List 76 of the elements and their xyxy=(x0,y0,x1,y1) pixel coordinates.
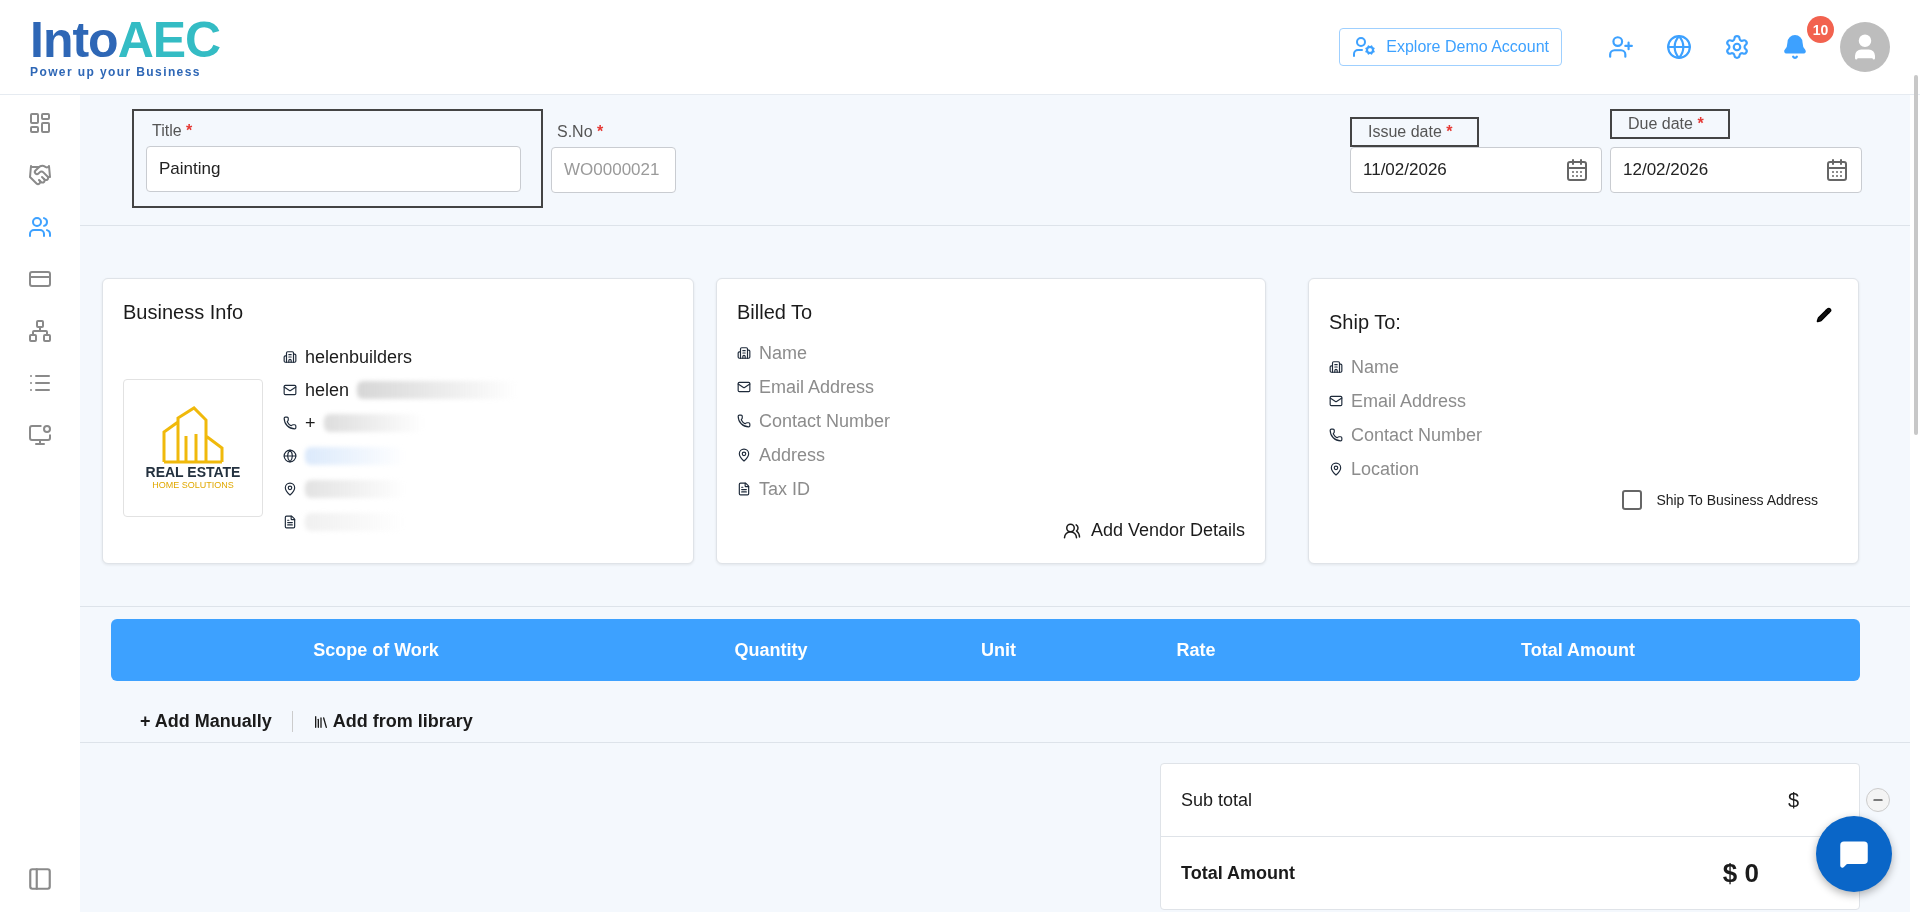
pin-icon xyxy=(737,448,751,462)
column-header: Rate xyxy=(1175,639,1217,661)
contact-detail-label: Email Address xyxy=(1351,390,1467,412)
phone-icon xyxy=(737,414,751,428)
field-label: Title * xyxy=(152,122,194,140)
add-vendor-button[interactable]: Add Vendor Details xyxy=(1062,520,1245,541)
mail-icon xyxy=(1329,394,1343,408)
panel-layout-icon[interactable] xyxy=(27,866,53,892)
business-detail: helen xyxy=(305,379,350,401)
total-value: $ 0 xyxy=(1722,857,1759,889)
contact-detail-label: Email Address xyxy=(759,376,875,398)
column-header: Total Amount xyxy=(1520,639,1636,661)
column-header: Unit xyxy=(980,639,1017,661)
pin-icon xyxy=(283,482,297,496)
pin-icon xyxy=(1329,462,1343,476)
add-manually-button[interactable]: + Add Manually xyxy=(120,711,292,732)
settings-icon[interactable] xyxy=(1724,34,1750,60)
logo-text: REAL ESTATE xyxy=(145,464,241,480)
ship-to-business-checkbox[interactable]: Ship To Business Address xyxy=(1622,490,1818,510)
total-label: Total Amount xyxy=(1181,862,1295,884)
chat-bubble-icon xyxy=(1839,839,1869,869)
avatar[interactable] xyxy=(1840,22,1890,72)
contact-detail-label: Name xyxy=(759,342,807,364)
document-icon xyxy=(283,515,297,529)
issue-date-field[interactable]: 11/02/2026 xyxy=(1350,147,1602,193)
building-icon xyxy=(283,350,297,364)
scrollbar[interactable] xyxy=(1914,75,1918,435)
mail-icon xyxy=(737,380,751,394)
column-header: Quantity xyxy=(733,639,809,661)
document-icon xyxy=(737,482,751,496)
chat-button[interactable] xyxy=(1816,816,1892,892)
add-from-library-button[interactable]: Add from library xyxy=(291,711,493,732)
calendar-icon[interactable] xyxy=(1825,158,1849,182)
logo-subtext: HOME SOLUTIONS xyxy=(152,480,234,490)
building-icon xyxy=(737,346,751,360)
contact-detail-label: Address xyxy=(759,444,826,466)
notification-icon[interactable] xyxy=(1782,34,1808,60)
column-header: Scope of Work xyxy=(312,639,440,661)
calendar-icon[interactable] xyxy=(1565,158,1589,182)
monitor-icon[interactable] xyxy=(28,423,52,447)
card-title: Ship To: xyxy=(1329,311,1401,334)
logo-tagline: Power up your Business xyxy=(30,65,202,79)
globe-icon[interactable] xyxy=(1666,34,1692,60)
dashboard-icon[interactable] xyxy=(28,111,52,135)
globe-icon xyxy=(283,449,297,463)
card-title: Business Info xyxy=(123,301,244,324)
network-icon[interactable] xyxy=(28,319,52,343)
due-date-field[interactable]: 12/02/2026 xyxy=(1610,147,1862,193)
field-label: S.No * xyxy=(557,123,605,141)
user-switch-icon xyxy=(1352,35,1377,59)
title-field[interactable]: Painting xyxy=(146,146,521,192)
field-label: Due date * xyxy=(1610,109,1730,139)
phone-icon xyxy=(283,416,297,430)
edit-icon[interactable] xyxy=(1816,307,1832,323)
business-detail: helenbuilders xyxy=(305,346,413,368)
add-user-icon[interactable] xyxy=(1608,34,1634,60)
minimize-icon[interactable] xyxy=(1866,788,1890,812)
team-icon[interactable] xyxy=(28,215,52,239)
logo-wordmark: IntoAEC xyxy=(30,15,221,65)
contact-detail-label: Name xyxy=(1351,356,1399,378)
field-label: Issue date * xyxy=(1350,117,1479,147)
buildings-logo-icon xyxy=(160,406,226,464)
contact-detail-label: Tax ID xyxy=(759,478,810,500)
contact-detail-label: Contact Number xyxy=(759,410,891,432)
contact-detail-label: Contact Number xyxy=(1351,424,1483,446)
business-detail: + xyxy=(305,412,316,434)
notification-badge: 10 xyxy=(1807,16,1834,43)
mail-icon xyxy=(283,383,297,397)
phone-icon xyxy=(1329,428,1343,442)
handshake-icon[interactable] xyxy=(28,163,52,187)
vendor-icon xyxy=(1062,521,1081,540)
contact-detail-label: Location xyxy=(1351,458,1420,480)
total-label: Sub total xyxy=(1181,789,1253,811)
building-icon xyxy=(1329,360,1343,374)
card-title: Billed To xyxy=(737,301,813,324)
total-value: $ xyxy=(1787,788,1799,812)
